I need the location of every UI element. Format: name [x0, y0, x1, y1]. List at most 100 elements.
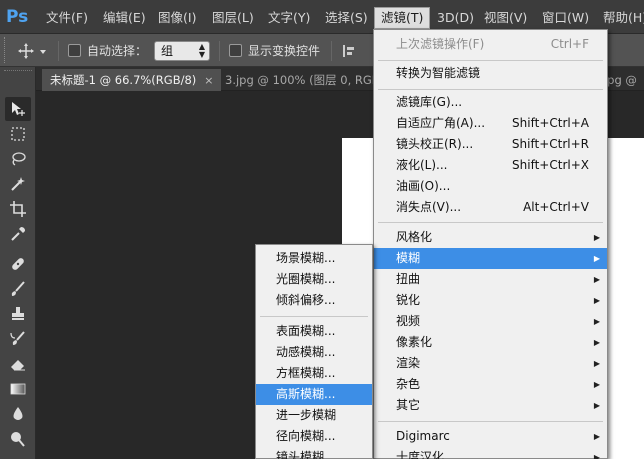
- menu-view[interactable]: 视图(V): [484, 8, 527, 28]
- menu-item-blur-more[interactable]: 进一步模糊: [256, 405, 372, 426]
- menu-item-label: 视频: [396, 314, 421, 328]
- separator: [331, 41, 332, 61]
- photoshop-logo: Ps: [6, 7, 29, 27]
- menu-item-blur[interactable]: 模糊 ▶: [374, 248, 607, 269]
- menu-item-field-blur[interactable]: 场景模糊...: [256, 248, 372, 269]
- filter-menu-dropdown: 上次滤镜操作(F) Ctrl+F 转换为智能滤镜 滤镜库(G)... 自适应广角…: [373, 29, 608, 459]
- menu-item-tilt-shift[interactable]: 倾斜偏移...: [256, 290, 372, 311]
- menu-item-chinese-localization[interactable]: 十度汉化 ▶: [374, 447, 607, 459]
- menu-separator: [260, 316, 368, 317]
- submenu-arrow-icon: ▶: [593, 296, 600, 305]
- menu-item-box-blur[interactable]: 方框模糊...: [256, 363, 372, 384]
- menu-item-label: 模糊: [396, 251, 421, 265]
- menu-item-label: Digimarc: [396, 429, 450, 443]
- submenu-arrow-icon: ▶: [593, 432, 600, 441]
- menu-item-shortcut: Alt+Ctrl+V: [523, 200, 589, 214]
- menu-item-stylize[interactable]: 风格化 ▶: [374, 227, 607, 248]
- auto-select-value: 组: [161, 44, 174, 58]
- menu-item-motion-blur[interactable]: 动感模糊...: [256, 342, 372, 363]
- menu-item-label: 其它: [396, 398, 421, 412]
- eyedropper-icon[interactable]: [5, 222, 31, 246]
- menu-item-label: 风格化: [396, 230, 433, 244]
- submenu-arrow-icon: ▶: [593, 233, 600, 242]
- menu-file[interactable]: 文件(F): [46, 8, 88, 28]
- menu-item-convert-smart-filter[interactable]: 转换为智能滤镜: [374, 63, 607, 84]
- menu-item-label: 转换为智能滤镜: [396, 66, 481, 80]
- menu-item-digimarc[interactable]: Digimarc ▶: [374, 426, 607, 447]
- menu-layer[interactable]: 图层(L): [212, 8, 254, 28]
- close-icon[interactable]: ×: [204, 74, 213, 87]
- menu-item-surface-blur[interactable]: 表面模糊...: [256, 321, 372, 342]
- move-tool-preset-icon[interactable]: [18, 43, 48, 62]
- menu-edit[interactable]: 编辑(E): [103, 8, 146, 28]
- crop-tool-icon[interactable]: [5, 197, 31, 221]
- submenu-arrow-icon: ▶: [593, 401, 600, 410]
- menu-item-radial-blur[interactable]: 径向模糊...: [256, 426, 372, 447]
- tab-label: 未标题-1 @ 66.7%(RGB/8): [50, 73, 197, 87]
- menu-3d[interactable]: 3D(D): [437, 8, 474, 28]
- menu-item-label: 镜头模糊...: [276, 450, 336, 459]
- menu-item-render[interactable]: 渲染 ▶: [374, 353, 607, 374]
- show-transform-checkbox[interactable]: [229, 44, 242, 57]
- history-brush-icon[interactable]: [5, 327, 31, 351]
- move-tool-icon[interactable]: [5, 97, 31, 121]
- submenu-arrow-icon: ▶: [593, 275, 600, 284]
- separator: [58, 41, 59, 61]
- magic-wand-icon[interactable]: [5, 172, 31, 196]
- menu-item-filter-gallery[interactable]: 滤镜库(G)...: [374, 92, 607, 113]
- menu-item-other[interactable]: 其它 ▶: [374, 395, 607, 416]
- menu-item-label: 扭曲: [396, 272, 421, 286]
- menu-item-label: 消失点(V)...: [396, 200, 462, 214]
- separator: [219, 41, 220, 61]
- submenu-arrow-icon: ▶: [593, 453, 600, 459]
- auto-select-checkbox[interactable]: [68, 44, 81, 57]
- menu-item-vanishing-point[interactable]: 消失点(V)... Alt+Ctrl+V: [374, 197, 607, 218]
- menu-item-adaptive-wide-angle[interactable]: 自适应广角(A)... Shift+Ctrl+A: [374, 113, 607, 134]
- menu-help[interactable]: 帮助(H): [603, 8, 644, 28]
- menu-item-gaussian-blur[interactable]: 高斯模糊...: [256, 384, 372, 405]
- menu-item-shortcut: Shift+Ctrl+X: [512, 158, 589, 172]
- healing-brush-icon[interactable]: [5, 252, 31, 276]
- tab-document-untitled[interactable]: 未标题-1 @ 66.7%(RGB/8) ×: [42, 69, 222, 91]
- menu-item-label: 滤镜库(G)...: [396, 95, 463, 109]
- menu-item-lens-blur[interactable]: 镜头模糊...: [256, 447, 372, 459]
- gradient-tool-icon[interactable]: [5, 377, 31, 401]
- auto-select-dropdown[interactable]: 组 ▲ ▼: [154, 41, 210, 61]
- menu-item-label: 渲染: [396, 356, 421, 370]
- menu-item-shortcut: Shift+Ctrl+A: [512, 116, 589, 130]
- marquee-tool-icon[interactable]: [5, 122, 31, 146]
- menu-item-label: 动感模糊...: [276, 345, 336, 359]
- menu-item-oil-paint[interactable]: 油画(O)...: [374, 176, 607, 197]
- menu-item-lens-correction[interactable]: 镜头校正(R)... Shift+Ctrl+R: [374, 134, 607, 155]
- menu-item-label: 光圈模糊...: [276, 272, 336, 286]
- menu-item-noise[interactable]: 杂色 ▶: [374, 374, 607, 395]
- menu-type[interactable]: 文字(Y): [268, 8, 310, 28]
- menu-item-label: 进一步模糊: [276, 408, 337, 422]
- menu-select[interactable]: 选择(S): [325, 8, 368, 28]
- align-left-icon[interactable]: [342, 44, 356, 61]
- menu-item-liquify[interactable]: 液化(L)... Shift+Ctrl+X: [374, 155, 607, 176]
- lasso-tool-icon[interactable]: [5, 147, 31, 171]
- eraser-icon[interactable]: [5, 352, 31, 376]
- brush-tool-icon[interactable]: [5, 277, 31, 301]
- menu-image[interactable]: 图像(I): [158, 8, 196, 28]
- menu-item-sharpen[interactable]: 锐化 ▶: [374, 290, 607, 311]
- blur-tool-icon[interactable]: [5, 402, 31, 426]
- menu-item-video[interactable]: 视频 ▶: [374, 311, 607, 332]
- menu-item-distort[interactable]: 扭曲 ▶: [374, 269, 607, 290]
- menu-item-label: 径向模糊...: [276, 429, 336, 443]
- menu-window[interactable]: 窗口(W): [542, 8, 589, 28]
- menu-item-pixelate[interactable]: 像素化 ▶: [374, 332, 607, 353]
- updown-arrows-icon: ▲ ▼: [198, 42, 205, 59]
- dodge-tool-icon[interactable]: [5, 427, 31, 451]
- clone-stamp-icon[interactable]: [5, 302, 31, 326]
- menu-separator: [378, 60, 603, 61]
- menu-item-iris-blur[interactable]: 光圈模糊...: [256, 269, 372, 290]
- menu-item-last-filter[interactable]: 上次滤镜操作(F) Ctrl+F: [374, 34, 607, 55]
- menu-item-label: 锐化: [396, 293, 421, 307]
- submenu-arrow-icon: ▶: [593, 317, 600, 326]
- auto-select-label: 自动选择：: [87, 44, 148, 58]
- menu-filter[interactable]: 滤镜(T): [374, 7, 431, 29]
- menu-item-label: 镜头校正(R)...: [396, 137, 474, 151]
- tools-panel: [0, 67, 36, 459]
